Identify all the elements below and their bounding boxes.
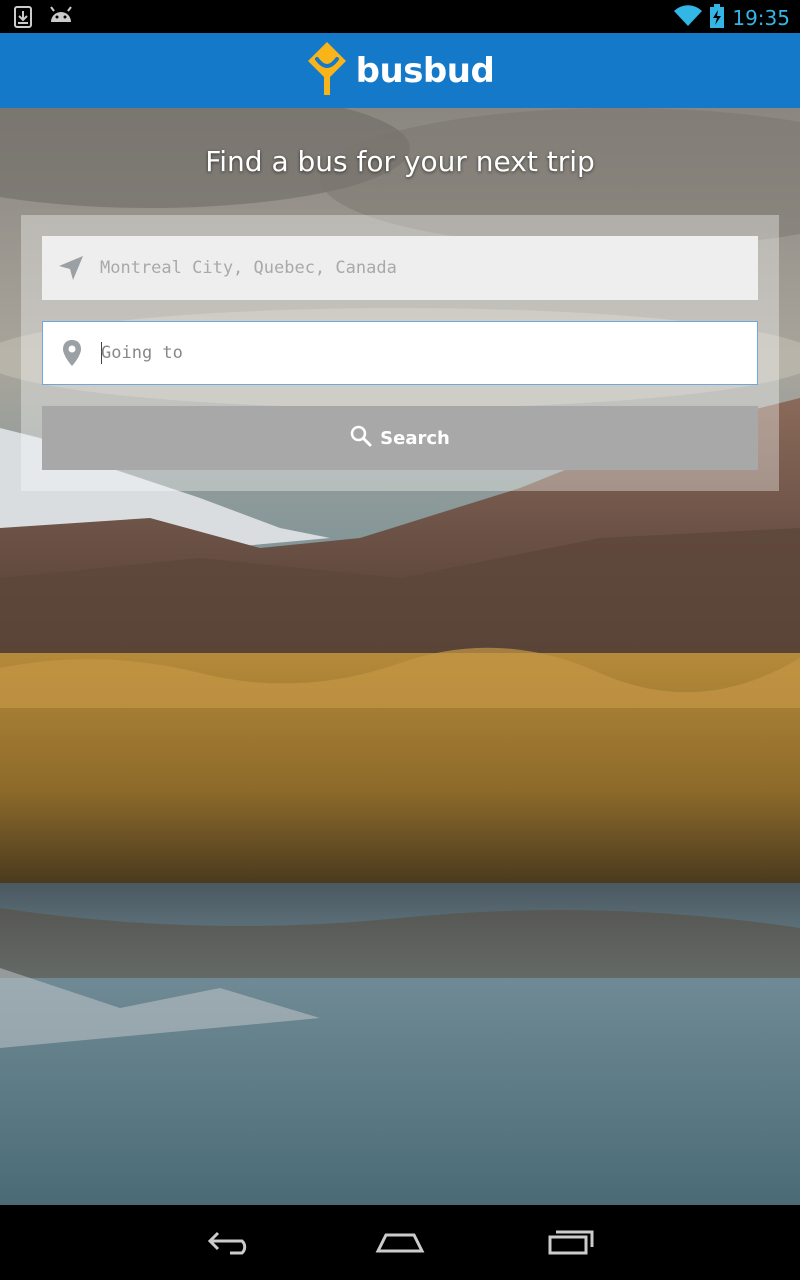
app-bar: busbud	[0, 33, 800, 108]
search-button-label: Search	[380, 427, 450, 449]
brand-logo: busbud	[306, 41, 495, 101]
android-icon	[48, 6, 74, 32]
search-icon	[350, 425, 372, 452]
search-button[interactable]: Search	[42, 406, 758, 470]
download-icon	[14, 6, 32, 32]
status-time: 19:35	[732, 6, 790, 30]
wifi-icon	[674, 5, 703, 31]
destination-field[interactable]: Going to	[42, 321, 758, 385]
navigation-bar	[0, 1205, 800, 1280]
status-bar: 19:35	[0, 0, 800, 33]
origin-field[interactable]: Montreal City, Quebec, Canada	[42, 236, 758, 300]
origin-value: Montreal City, Quebec, Canada	[100, 258, 397, 278]
map-pin-icon	[43, 339, 101, 367]
search-panel: Montreal City, Quebec, Canada Going to S…	[21, 215, 779, 491]
back-icon[interactable]	[206, 1227, 254, 1261]
page-title: Find a bus for your next trip	[205, 145, 595, 178]
home-icon[interactable]	[374, 1227, 426, 1261]
busbud-logo-icon	[306, 41, 348, 101]
recents-icon[interactable]	[546, 1227, 596, 1261]
location-arrow-icon	[42, 255, 100, 281]
brand-name: busbud	[355, 50, 495, 91]
battery-charging-icon	[710, 4, 725, 32]
destination-placeholder: Going to	[101, 343, 183, 363]
